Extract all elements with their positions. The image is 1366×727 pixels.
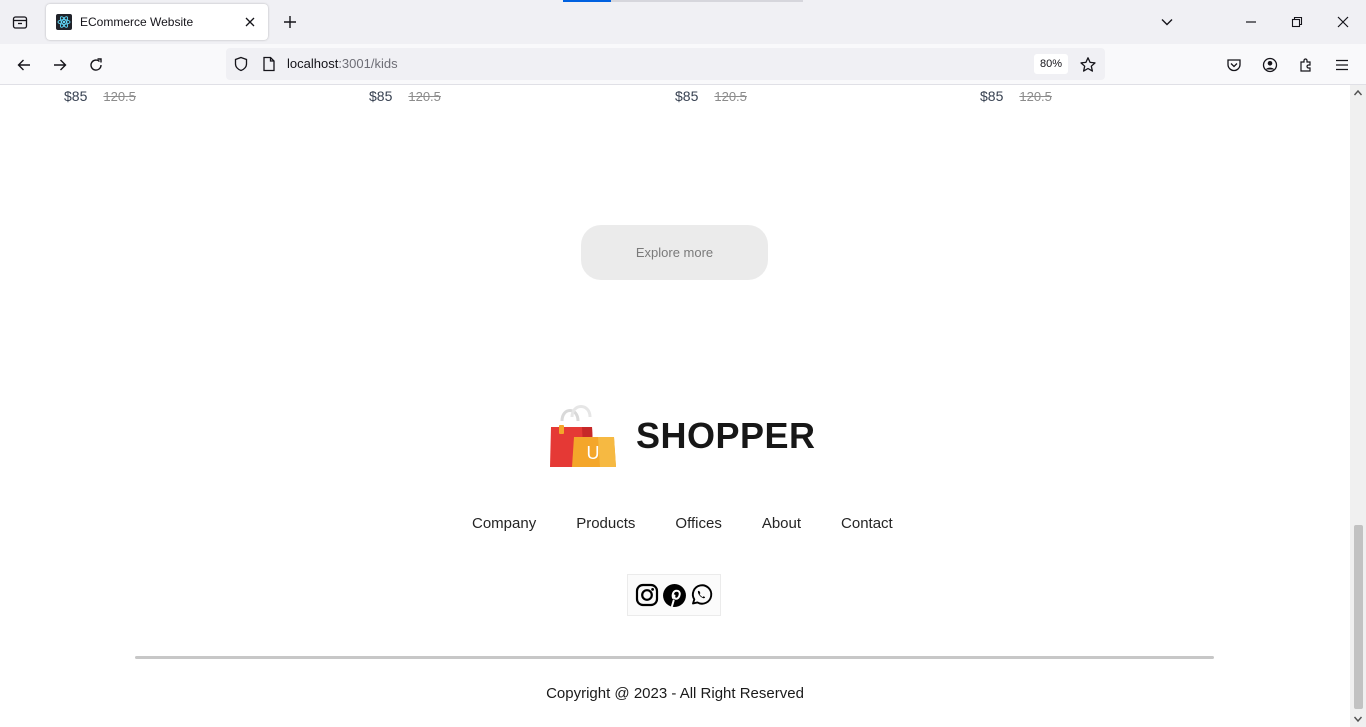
- back-button[interactable]: [11, 52, 37, 78]
- old-price: 120.5: [714, 89, 747, 104]
- account-icon: [1262, 57, 1278, 73]
- product-price-row: $85 120.5: [64, 88, 136, 104]
- restore-icon: [1291, 16, 1303, 28]
- tracking-protection-shield-icon[interactable]: [232, 55, 250, 73]
- product-price-row: $85 120.5: [675, 88, 747, 104]
- tab-loading-track: [611, 0, 803, 2]
- list-all-tabs-button[interactable]: [8, 10, 32, 34]
- copyright-text: Copyright @ 2023 - All Right Reserved: [546, 685, 804, 702]
- page-info-icon[interactable]: [260, 55, 278, 73]
- footer-link-offices[interactable]: Offices: [675, 515, 721, 532]
- footer-links: Company Products Offices About Contact: [472, 515, 893, 532]
- shopping-bag-icon: U: [550, 405, 616, 467]
- puzzle-icon: [1300, 58, 1311, 72]
- extensions-button[interactable]: [1293, 52, 1319, 78]
- arrow-right-icon: [54, 59, 67, 71]
- url-path: :3001/kids: [338, 56, 398, 71]
- tab-overflow-button[interactable]: [1153, 8, 1181, 36]
- page-scrollbar[interactable]: [1350, 85, 1366, 727]
- scroll-down-arrow-icon[interactable]: [1350, 711, 1366, 727]
- new-price: $85: [675, 88, 699, 104]
- close-tab-icon[interactable]: [242, 14, 258, 30]
- whatsapp-icon[interactable]: [689, 583, 714, 608]
- close-window-button[interactable]: [1329, 8, 1357, 36]
- tab-bar: ECommerce Website: [0, 0, 1366, 44]
- footer-link-company[interactable]: Company: [472, 515, 536, 532]
- url-text[interactable]: localhost:3001/kids: [287, 56, 398, 71]
- old-price: 120.5: [1019, 89, 1052, 104]
- new-tab-button[interactable]: [278, 10, 302, 34]
- close-icon: [1337, 16, 1349, 28]
- new-price: $85: [369, 88, 393, 104]
- scroll-up-arrow-icon[interactable]: [1350, 85, 1366, 101]
- account-button[interactable]: [1257, 52, 1283, 78]
- zoom-level-button[interactable]: 80%: [1034, 54, 1068, 74]
- product-price-row: $85 120.5: [980, 88, 1052, 104]
- hamburger-menu-icon: [1336, 59, 1348, 71]
- scrollbar-thumb[interactable]: [1354, 525, 1363, 709]
- pocket-icon: [1227, 59, 1241, 72]
- new-price: $85: [980, 88, 1004, 104]
- arrow-left-icon: [17, 59, 30, 71]
- reload-button[interactable]: [83, 52, 109, 78]
- page-viewport: $85 120.5 $85 120.5 $85 120.5 $85 120.5 …: [0, 85, 1350, 727]
- tab-loading-indicator: [563, 0, 611, 2]
- chevron-down-icon: [1161, 19, 1173, 26]
- react-icon: [56, 14, 72, 30]
- forward-button[interactable]: [47, 52, 73, 78]
- explore-more-button[interactable]: Explore more: [581, 225, 768, 280]
- logo-text: SHOPPER: [636, 415, 816, 456]
- new-price: $85: [64, 88, 88, 104]
- pinterest-icon[interactable]: [662, 583, 687, 608]
- footer-divider: [135, 656, 1214, 659]
- tab-list-icon: [12, 16, 28, 29]
- product-price-row: $85 120.5: [369, 88, 441, 104]
- social-icons: [627, 574, 721, 616]
- address-bar[interactable]: localhost:3001/kids 80%: [226, 48, 1105, 80]
- reload-icon: [90, 58, 102, 71]
- instagram-icon[interactable]: [635, 583, 660, 608]
- pocket-button[interactable]: [1221, 52, 1247, 78]
- navigation-toolbar: localhost:3001/kids 80%: [0, 44, 1366, 85]
- old-price: 120.5: [103, 89, 136, 104]
- footer-link-contact[interactable]: Contact: [841, 515, 893, 532]
- tab-title: ECommerce Website: [80, 15, 194, 29]
- app-menu-button[interactable]: [1329, 52, 1355, 78]
- footer-link-products[interactable]: Products: [576, 515, 635, 532]
- minimize-button[interactable]: [1237, 8, 1265, 36]
- footer-logo[interactable]: U SHOPPER: [548, 403, 816, 469]
- logo-bag-letter: U: [587, 443, 600, 463]
- footer-link-about[interactable]: About: [762, 515, 801, 532]
- minimize-icon: [1246, 21, 1256, 23]
- bookmark-star-icon[interactable]: [1077, 54, 1099, 76]
- url-host: localhost: [287, 56, 339, 71]
- old-price: 120.5: [408, 89, 441, 104]
- active-tab[interactable]: ECommerce Website: [46, 4, 268, 40]
- plus-icon: [284, 16, 296, 28]
- restore-button[interactable]: [1283, 8, 1311, 36]
